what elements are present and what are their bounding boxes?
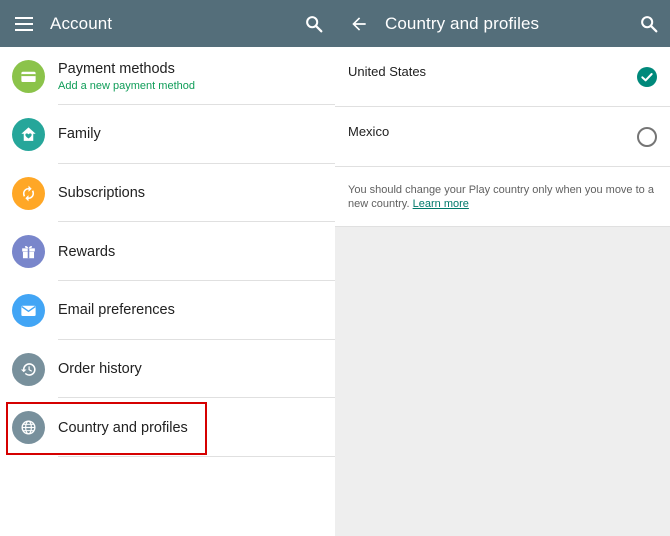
search-icon[interactable] — [303, 13, 325, 35]
learn-more-link[interactable]: Learn more — [413, 198, 469, 210]
menu-item-label: Country and profiles — [58, 419, 188, 436]
note-text: You should change your Play country only… — [348, 184, 654, 210]
menu-item-label: Order history — [58, 361, 142, 378]
menu-item-label: Payment methods — [58, 60, 175, 77]
menu-item-subscriptions[interactable]: Subscriptions — [0, 164, 335, 223]
country-list: United States Mexico You should change y… — [335, 47, 670, 227]
divider — [58, 456, 335, 458]
radio-unchecked-icon[interactable] — [637, 127, 657, 147]
account-title: Account — [50, 13, 113, 33]
menu-item-label: Email preferences — [58, 302, 175, 319]
back-arrow-icon[interactable] — [349, 14, 369, 34]
menu-item-family[interactable]: Family — [0, 105, 335, 164]
menu-item-order-history[interactable]: Order history — [0, 340, 335, 399]
account-menu-list: Payment methods Add a new payment method… — [0, 47, 335, 458]
country-profiles-pane: Country and profiles United States Mexic… — [335, 0, 670, 536]
country-profiles-appbar: Country and profiles — [335, 0, 670, 47]
search-icon[interactable] — [638, 13, 660, 35]
menu-item-label: Rewards — [58, 243, 116, 260]
history-icon — [12, 352, 45, 386]
credit-card-icon — [12, 59, 45, 93]
globe-icon — [12, 411, 45, 445]
menu-item-rewards[interactable]: Rewards — [0, 222, 335, 282]
menu-item-country-and-profiles[interactable]: Country and profiles — [0, 398, 335, 458]
menu-item-label: Family — [58, 126, 101, 143]
menu-item-label: Subscriptions — [58, 185, 146, 202]
account-appbar: Account — [0, 0, 335, 47]
country-change-note: You should change your Play country only… — [335, 167, 670, 227]
menu-icon[interactable] — [14, 14, 34, 34]
sync-icon — [12, 176, 45, 210]
country-profiles-title: Country and profiles — [385, 13, 540, 33]
check-circle-icon[interactable] — [637, 67, 657, 87]
country-name: Mexico — [348, 124, 390, 139]
account-pane: Account Payment methods Add a new paymen… — [0, 0, 335, 536]
menu-item-payment-methods[interactable]: Payment methods Add a new payment method — [0, 47, 335, 105]
country-name: United States — [348, 64, 427, 79]
menu-item-email-preferences[interactable]: Email preferences — [0, 281, 335, 340]
country-option-united-states[interactable]: United States — [335, 47, 670, 107]
country-option-mexico[interactable]: Mexico — [335, 107, 670, 167]
family-home-icon — [12, 117, 45, 151]
add-payment-method-link[interactable]: Add a new payment method — [58, 80, 195, 92]
mail-icon — [12, 293, 45, 327]
gift-icon — [12, 235, 45, 269]
